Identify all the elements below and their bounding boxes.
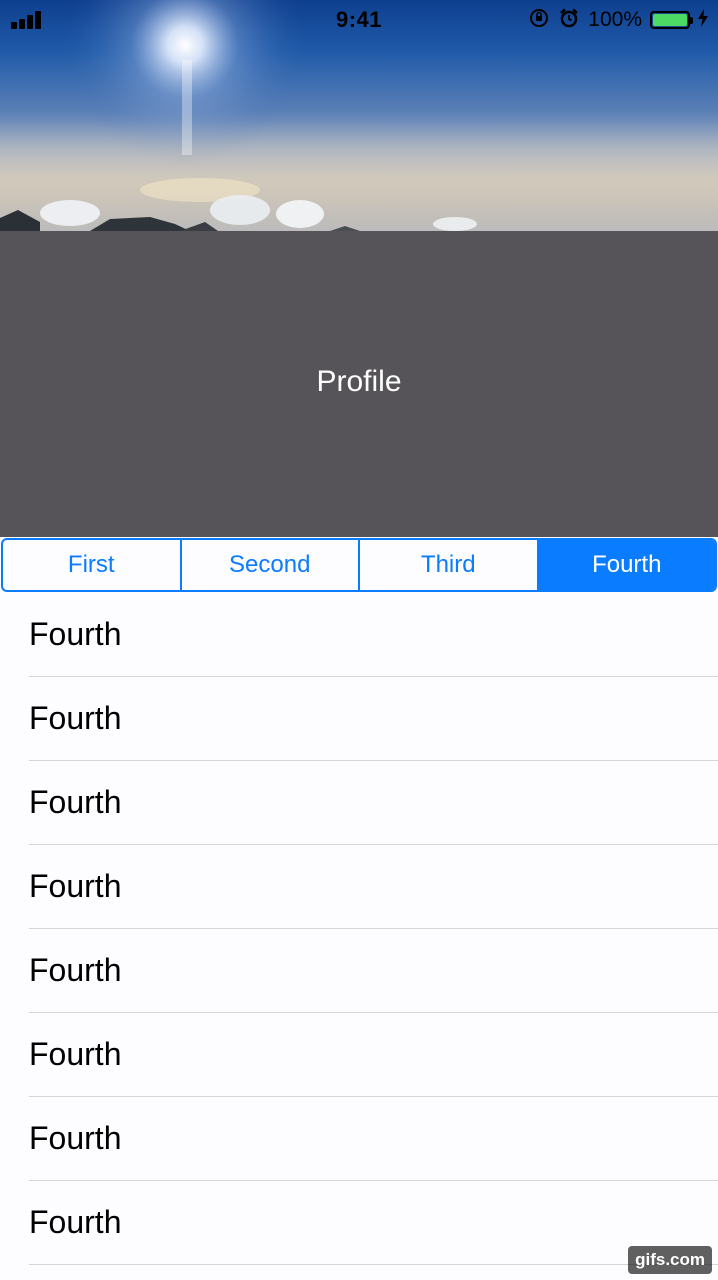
charging-icon	[698, 8, 708, 32]
status-right-group: 100%	[528, 7, 708, 33]
list-item[interactable]: Fourth	[0, 929, 718, 1013]
list-item-label: Fourth	[29, 1036, 122, 1072]
battery-icon	[650, 11, 693, 29]
alarm-icon	[558, 7, 580, 34]
list-item[interactable]: Fourth	[0, 593, 718, 677]
list-item-label: Fourth	[29, 1120, 122, 1156]
segment-second[interactable]: Second	[182, 540, 360, 590]
segment-third[interactable]: Third	[360, 540, 539, 590]
profile-title: Profile	[316, 365, 402, 398]
list-item[interactable]: Fourth	[0, 845, 718, 929]
list-item[interactable]: Fourth	[0, 1181, 718, 1265]
orientation-lock-icon	[528, 7, 550, 34]
watermark: gifs.com	[628, 1246, 712, 1274]
list-item-label: Fourth	[29, 952, 122, 988]
segmented-control: First Second Third Fourth	[1, 538, 717, 592]
row-separator	[29, 1264, 718, 1265]
list-item-label: Fourth	[29, 700, 122, 736]
list-item-label: Fourth	[29, 784, 122, 820]
list-item-label: Fourth	[29, 1204, 122, 1240]
list-item[interactable]: Fourth	[0, 1013, 718, 1097]
list-item[interactable]: Fourth	[0, 1097, 718, 1181]
profile-header: Profile	[0, 231, 718, 537]
list-item-label: Fourth	[29, 616, 122, 652]
list-item[interactable]: Fourth	[0, 761, 718, 845]
table-list: Fourth Fourth Fourth Fourth Fourth Fourt…	[0, 593, 718, 1265]
segment-first[interactable]: First	[3, 540, 182, 590]
list-item-label: Fourth	[29, 868, 122, 904]
list-item[interactable]: Fourth	[0, 677, 718, 761]
status-bar: 9:41 100%	[0, 0, 718, 40]
segment-fourth[interactable]: Fourth	[538, 540, 715, 590]
battery-percentage: 100%	[588, 8, 642, 31]
